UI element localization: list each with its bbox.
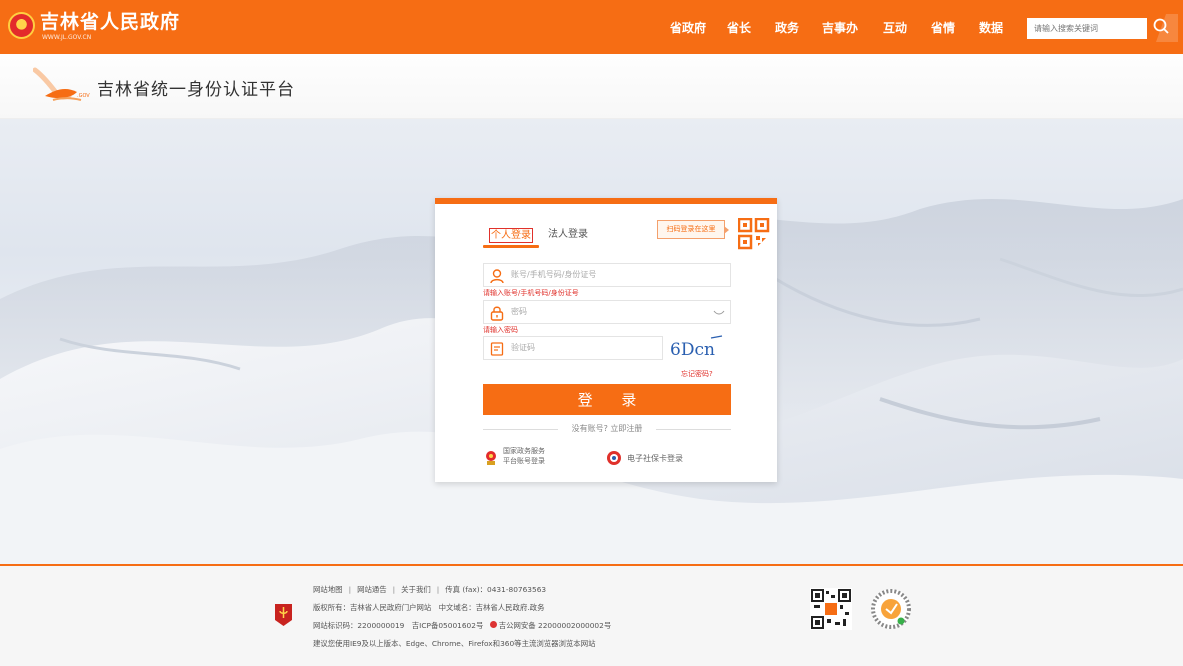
password-error: 请输入密码 [483,326,518,334]
police-icon [489,621,497,628]
qr-code-icon[interactable] [738,218,770,252]
login-button[interactable]: 登 录 [483,384,731,415]
footer-info: 网站地图 | 网站通告 | 关于我们 | 传真 (fax)：0431-80763563 版权… [313,581,611,653]
wechat-qr-code-icon [810,588,852,630]
platform-logo-icon: .GOV [33,67,90,101]
nav-item-province-info[interactable]: 省情 [931,19,955,36]
svg-text:.GOV: .GOV [77,93,90,99]
nav-item-jishiban[interactable]: 吉事办 [822,19,858,36]
eye-closed-icon[interactable] [713,309,725,317]
user-icon [490,269,504,284]
nav-item-affairs[interactable]: 政务 [775,19,799,36]
footer-site-id: 网站标识码：2200000019 吉ICP备05001602号 [313,621,484,630]
footer-browser-tip: 建议您使用IE9及以上版本、Edge、Chrome、Firefox和360等主流… [313,639,596,648]
nav-item-data[interactable]: 数据 [979,19,1003,36]
tab-personal-login[interactable]: 个人登录 [489,228,533,243]
site-title: 吉林省人民政府 [40,11,181,33]
nav-item-government[interactable]: 省政府 [670,19,706,36]
national-login-label-1: 国家政务服务 [503,447,545,455]
captcha-text: 6Dcn [670,340,715,360]
account-field[interactable]: 账号/手机号码/身份证号 [483,263,731,287]
account-error: 请输入账号/手机号码/身份证号 [483,289,579,297]
site-domain: WWW.JL.GOV.CN [42,34,92,41]
login-panel: 个人登录 法人登录 扫码登录在这里 账号/手机号码/身份证号 请输入账号/手机号… [435,198,777,482]
lock-icon [490,306,504,321]
active-tab-indicator [483,245,539,248]
captcha-icon [490,342,504,356]
site-logo[interactable]: 吉林省人民政府 WWW.JL.GOV.CN [8,10,180,42]
search-icon [1153,14,1178,42]
top-bar: 吉林省人民政府 WWW.JL.GOV.CN 省政府 省长 政务 吉事办 互动 省… [0,0,1183,54]
nav-item-interaction[interactable]: 互动 [883,19,907,36]
national-emblem-icon [8,12,35,39]
forgot-password-link[interactable]: 忘记密码? [681,369,713,379]
password-placeholder: 密码 [511,307,527,316]
social-security-card-icon [607,451,621,465]
captcha-field[interactable]: 验证码 [483,336,663,360]
search-input[interactable] [1027,18,1147,39]
nav-item-governor[interactable]: 省长 [727,19,751,36]
miniprogram-qr-code-icon [871,589,911,629]
national-login-label-2: 平台账号登录 [503,457,545,465]
footer-link-about[interactable]: 关于我们 [401,585,431,594]
footer: 网站地图 | 网站通告 | 关于我们 | 传真 (fax)：0431-80763563 版权… [0,564,1183,666]
social-security-card-login[interactable]: 电子社保卡登录 [606,450,706,468]
platform-header: .GOV 吉林省统一身份认证平台 [0,54,1183,119]
register-link[interactable]: 没有账号? 立即注册 [540,423,674,434]
password-field[interactable]: 密码 [483,300,731,324]
national-emblem-icon [486,451,496,465]
footer-link-notice[interactable]: 网站通告 [357,585,387,594]
account-placeholder: 账号/手机号码/身份证号 [511,270,597,279]
footer-copyright: 版权所有：吉林省人民政府门户网站 中文域名：吉林省人民政府.政务 [313,603,545,612]
social-card-label: 电子社保卡登录 [627,454,683,463]
footer-fax: 传真 (fax)：0431-80763563 [445,585,547,594]
government-badge-icon[interactable] [274,602,293,627]
national-platform-login[interactable]: 国家政务服务 平台账号登录 [484,446,594,470]
captcha-placeholder: 验证码 [511,343,535,352]
footer-link-sitemap[interactable]: 网站地图 [313,585,343,594]
platform-title: 吉林省统一身份认证平台 [97,80,295,100]
footer-police-record[interactable]: 吉公网安备 22000002000002号 [499,621,612,630]
tab-legal-login[interactable]: 法人登录 [548,228,588,242]
captcha-image[interactable]: 6Dcn [667,333,727,361]
qr-login-hint: 扫码登录在这里 [657,220,729,239]
search-button[interactable] [1148,14,1178,42]
